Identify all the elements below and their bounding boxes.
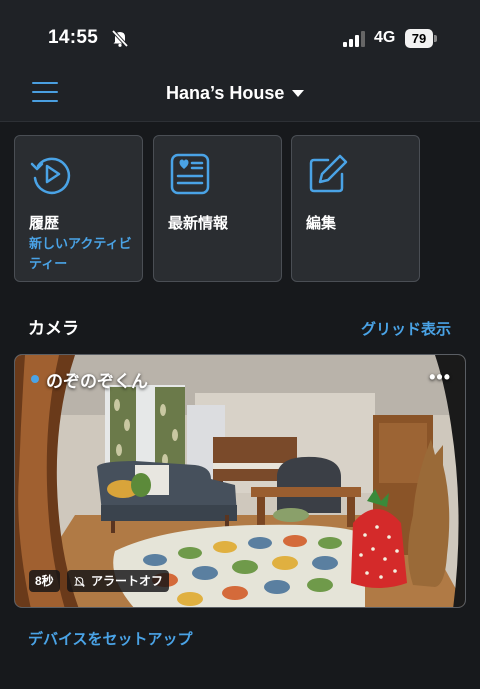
status-bar: 14:55 4G 79 xyxy=(0,0,480,72)
menu-icon[interactable] xyxy=(32,82,58,104)
clip-duration-badge: 8秒 xyxy=(29,570,60,592)
more-options-icon[interactable]: ••• xyxy=(429,367,451,388)
bell-slash-icon xyxy=(111,29,129,48)
grid-view-link[interactable]: グリッド表示 xyxy=(361,318,451,339)
app-header: Hana’s House xyxy=(0,72,480,122)
battery-icon: 79 xyxy=(405,29,433,48)
alert-status-badge[interactable]: アラートオフ xyxy=(67,570,170,592)
battery-tip xyxy=(434,35,437,42)
cameras-title: カメラ xyxy=(28,319,79,338)
news-icon xyxy=(170,153,210,195)
news-card[interactable]: 最新情報 xyxy=(153,135,282,282)
status-time: 14:55 xyxy=(48,27,99,48)
home-selector[interactable]: Hana’s House xyxy=(166,83,305,104)
history-label: 履歴 xyxy=(29,215,60,232)
home-name: Hana’s House xyxy=(166,83,285,103)
alert-status-label: アラートオフ xyxy=(91,574,164,588)
cellular-signal-icon xyxy=(343,31,365,47)
camera-name: のぞのぞくん xyxy=(46,372,148,391)
edit-icon xyxy=(309,154,348,193)
history-icon xyxy=(30,157,71,195)
camera-live-indicator xyxy=(31,375,39,383)
network-type: 4G xyxy=(374,29,396,46)
chevron-down-icon xyxy=(292,90,305,97)
bell-slash-icon xyxy=(74,576,85,587)
battery-level: 79 xyxy=(411,31,427,46)
history-card[interactable]: 履歴 新しいアクティビティー xyxy=(14,135,143,282)
setup-device-link[interactable]: デバイスをセットアップ xyxy=(28,628,193,649)
news-label: 最新情報 xyxy=(168,215,229,232)
history-sublabel: 新しいアクティビティー xyxy=(29,236,132,271)
edit-card[interactable]: 編集 xyxy=(291,135,420,282)
edit-label: 編集 xyxy=(306,215,337,232)
camera-tile[interactable]: のぞのぞくん ••• 8秒 アラートオフ xyxy=(14,354,466,608)
